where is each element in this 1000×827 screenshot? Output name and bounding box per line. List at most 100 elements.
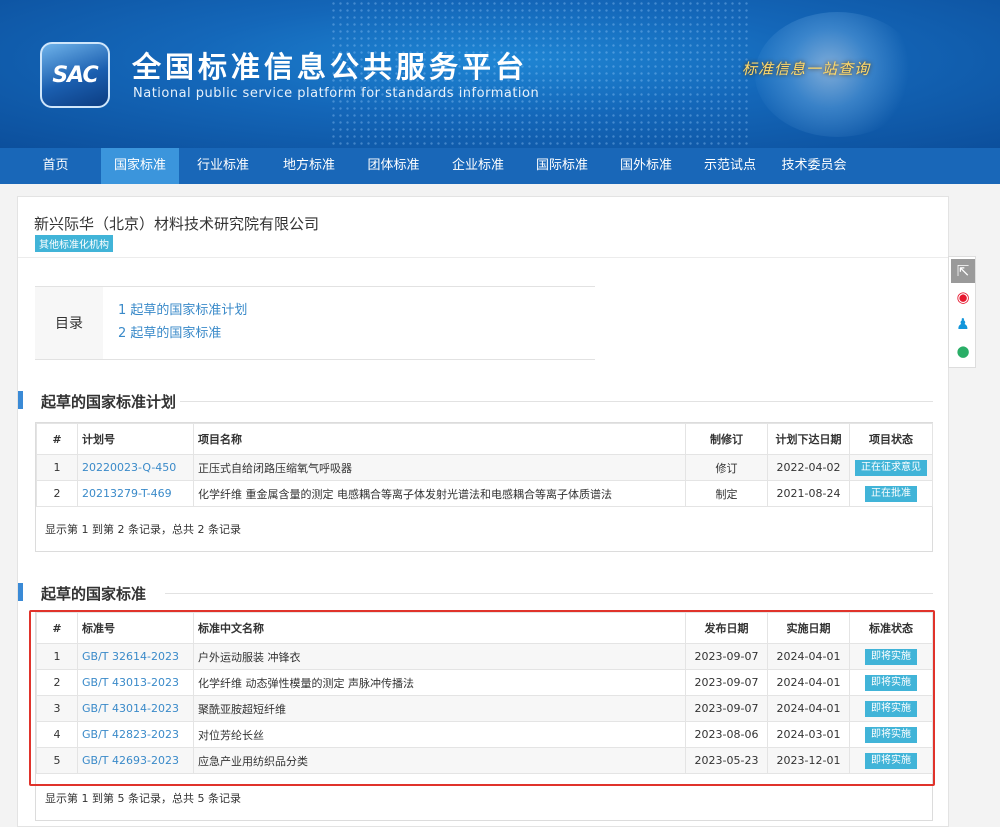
content-card: 新兴际华（北京）材料技术研究院有限公司 其他标准化机构 目录 1 起草的国家标准… <box>17 196 949 827</box>
section-rule <box>165 593 933 594</box>
org-name: 新兴际华（北京）材料技术研究院有限公司 <box>34 215 320 233</box>
publish-date: 2023-08-06 <box>685 721 768 748</box>
standard-code-link[interactable]: GB/T 42823-2023 <box>82 728 179 741</box>
col-header-issue-date[interactable]: 计划下达日期 <box>767 423 850 455</box>
status-cell: 正在批准 <box>849 480 933 507</box>
standard-code-cell: GB/T 43013-2023 <box>77 669 194 696</box>
section-marker <box>18 583 23 601</box>
col-header-standard-number[interactable]: 标准号 <box>77 612 194 644</box>
status-cell: 即将实施 <box>849 695 933 722</box>
project-name: 化学纤维 重金属含量的测定 电感耦合等离子体发射光谱法和电感耦合等离子体质谱法 <box>193 480 686 507</box>
standard-code-cell: GB/T 42693-2023 <box>77 747 194 774</box>
table-row: 2 GB/T 43013-2023 化学纤维 动态弹性模量的测定 声脉冲传播法 … <box>36 669 933 696</box>
nav-national-standards[interactable]: 国家标准 <box>101 148 179 184</box>
col-header-implement-date[interactable]: 实施日期 <box>767 612 850 644</box>
status-badge: 即将实施 <box>865 700 917 717</box>
implement-date: 2023-12-01 <box>767 747 850 774</box>
nav-demonstration-pilot[interactable]: 示范试点 <box>688 148 772 184</box>
table-of-contents: 目录 1 起草的国家标准计划 2 起草的国家标准 <box>35 286 595 360</box>
standard-code-link[interactable]: GB/T 32614-2023 <box>82 650 179 663</box>
col-header-standard-status[interactable]: 标准状态 <box>849 612 933 644</box>
standards-table-panel: # 标准号 标准中文名称 发布日期 实施日期 标准状态 1 GB/T 32614… <box>35 611 933 821</box>
standard-name: 户外运动服装 冲锋衣 <box>193 643 686 670</box>
nav-group-standards[interactable]: 团体标准 <box>351 148 436 184</box>
status-badge: 即将实施 <box>865 752 917 769</box>
weibo-icon[interactable]: ◉ <box>951 285 975 309</box>
plans-table: # 计划号 项目名称 制修订 计划下达日期 项目状态 1 20220023-Q-… <box>36 423 933 507</box>
table-row: 4 GB/T 42823-2023 对位芳纶长丝 2023-08-06 2024… <box>36 721 933 748</box>
table-row: 1 20220023-Q-450 正压式自给闭路压缩氧气呼吸器 修订 2022-… <box>36 454 933 481</box>
revision-type: 制定 <box>685 480 768 507</box>
plan-code-link[interactable]: 20213279-T-469 <box>82 487 172 500</box>
standard-code-link[interactable]: GB/T 43013-2023 <box>82 676 179 689</box>
table-row: 5 GB/T 42693-2023 应急产业用纺织品分类 2023-05-23 … <box>36 747 933 774</box>
implement-date: 2024-04-01 <box>767 643 850 670</box>
col-header-project-status[interactable]: 项目状态 <box>849 423 933 455</box>
col-header-publish-date[interactable]: 发布日期 <box>685 612 768 644</box>
table-header-row: # 计划号 项目名称 制修订 计划下达日期 项目状态 <box>36 423 933 455</box>
wechat-icon[interactable]: ● <box>951 339 975 363</box>
col-header-project-name[interactable]: 项目名称 <box>193 423 686 455</box>
table-row: 1 GB/T 32614-2023 户外运动服装 冲锋衣 2023-09-07 … <box>36 643 933 670</box>
nav-industry-standards[interactable]: 行业标准 <box>179 148 267 184</box>
publish-date: 2023-09-07 <box>685 643 768 670</box>
site-banner: SAC 全国标准信息公共服务平台 National public service… <box>0 0 1000 148</box>
nav-enterprise-standards[interactable]: 企业标准 <box>436 148 520 184</box>
col-header-revision-type[interactable]: 制修订 <box>685 423 768 455</box>
implement-date: 2024-04-01 <box>767 695 850 722</box>
site-title: 全国标准信息公共服务平台 <box>132 50 529 84</box>
pagination-summary: 显示第 1 到第 5 条记录，总共 5 条记录 <box>45 792 241 805</box>
project-name: 正压式自给闭路压缩氧气呼吸器 <box>193 454 686 481</box>
nav-foreign-standards[interactable]: 国外标准 <box>604 148 688 184</box>
nav-international-standards[interactable]: 国际标准 <box>520 148 604 184</box>
status-badge: 正在征求意见 <box>855 459 927 476</box>
standard-name: 应急产业用纺织品分类 <box>193 747 686 774</box>
qq-icon[interactable]: ♟ <box>951 312 975 336</box>
pagination-summary: 显示第 1 到第 2 条记录，总共 2 条记录 <box>45 523 241 536</box>
toc-link-standards[interactable]: 2 起草的国家标准 <box>118 322 247 345</box>
toc-title: 目录 <box>35 287 103 359</box>
implement-date: 2024-04-01 <box>767 669 850 696</box>
nav-technical-committee[interactable]: 技术委员会 <box>772 148 856 184</box>
share-sidebar: ⇱ ◉ ♟ ● <box>948 256 976 368</box>
col-header-standard-name[interactable]: 标准中文名称 <box>193 612 686 644</box>
nav-local-standards[interactable]: 地方标准 <box>267 148 351 184</box>
standard-name: 对位芳纶长丝 <box>193 721 686 748</box>
section-title-standards: 起草的国家标准 <box>41 585 147 603</box>
standard-name: 化学纤维 动态弹性模量的测定 声脉冲传播法 <box>193 669 686 696</box>
standard-code-link[interactable]: GB/T 42693-2023 <box>82 754 179 767</box>
standard-code-cell: GB/T 32614-2023 <box>77 643 194 670</box>
publish-date: 2023-09-07 <box>685 669 768 696</box>
row-index: 1 <box>36 454 78 481</box>
main-nav: 首页 国家标准 行业标准 地方标准 团体标准 企业标准 国际标准 国外标准 示范… <box>0 148 1000 184</box>
status-cell: 即将实施 <box>849 643 933 670</box>
toc-list: 1 起草的国家标准计划 2 起草的国家标准 <box>118 299 247 345</box>
sac-logo[interactable]: SAC <box>40 42 110 108</box>
standards-table: # 标准号 标准中文名称 发布日期 实施日期 标准状态 1 GB/T 32614… <box>36 612 933 774</box>
row-index: 1 <box>36 643 78 670</box>
col-header-plan-number[interactable]: 计划号 <box>77 423 194 455</box>
plan-code-cell: 20213279-T-469 <box>77 480 194 507</box>
row-index: 2 <box>36 669 78 696</box>
nav-home[interactable]: 首页 <box>18 148 93 184</box>
plan-code-link[interactable]: 20220023-Q-450 <box>82 461 176 474</box>
publish-date: 2023-05-23 <box>685 747 768 774</box>
col-header-index: # <box>36 423 78 455</box>
row-index: 3 <box>36 695 78 722</box>
site-subtitle: National public service platform for sta… <box>133 86 540 101</box>
standard-name: 聚酰亚胺超短纤维 <box>193 695 686 722</box>
status-cell: 即将实施 <box>849 747 933 774</box>
col-header-index: # <box>36 612 78 644</box>
org-type-badge: 其他标准化机构 <box>35 235 113 252</box>
section-marker <box>18 391 23 409</box>
table-row: 2 20213279-T-469 化学纤维 重金属含量的测定 电感耦合等离子体发… <box>36 480 933 507</box>
share-icon[interactable]: ⇱ <box>951 259 975 283</box>
standard-code-link[interactable]: GB/T 43014-2023 <box>82 702 179 715</box>
status-badge: 即将实施 <box>865 674 917 691</box>
table-header-row: # 标准号 标准中文名称 发布日期 实施日期 标准状态 <box>36 612 933 644</box>
toc-link-plans[interactable]: 1 起草的国家标准计划 <box>118 299 247 322</box>
section-title-plans: 起草的国家标准计划 <box>41 393 177 411</box>
plans-table-panel: # 计划号 项目名称 制修订 计划下达日期 项目状态 1 20220023-Q-… <box>35 422 933 552</box>
row-index: 2 <box>36 480 78 507</box>
publish-date: 2023-09-07 <box>685 695 768 722</box>
